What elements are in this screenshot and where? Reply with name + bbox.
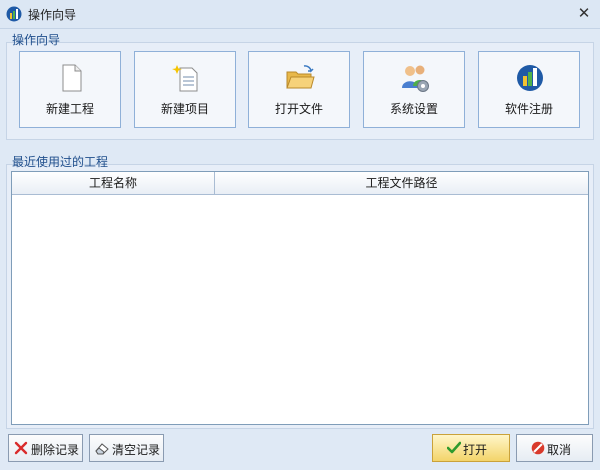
window-title: 操作向导 [28, 8, 77, 22]
tile-label: 新建工程 [45, 102, 94, 116]
open-folder-icon [286, 65, 315, 89]
title-bar: 操作向导 ✕ [0, 0, 600, 29]
button-label: 删除记录 [31, 443, 80, 457]
delete-record-button[interactable]: 删除记录 [8, 434, 83, 462]
open-file-tile[interactable]: 打开文件 [248, 51, 350, 128]
new-item-tile[interactable]: 新建项目 [134, 51, 236, 128]
cancel-icon [531, 441, 545, 455]
software-register-tile[interactable]: 软件注册 [478, 51, 580, 128]
app-logo-icon [6, 6, 22, 22]
cancel-button[interactable]: 取消 [516, 434, 593, 462]
eraser-icon [95, 443, 109, 455]
users-settings-icon [402, 65, 429, 92]
delete-x-icon [14, 441, 28, 455]
tile-label: 软件注册 [504, 102, 553, 116]
column-header-name[interactable]: 工程名称 [12, 172, 215, 194]
close-button[interactable]: ✕ [574, 3, 594, 23]
table-header: 工程名称 工程文件路径 [12, 172, 588, 195]
wizard-group-title: 操作向导 [12, 33, 61, 47]
open-button[interactable]: 打开 [432, 434, 510, 462]
tile-label: 系统设置 [389, 102, 438, 116]
new-project-tile[interactable]: 新建工程 [19, 51, 121, 128]
app-logo-icon [517, 65, 543, 91]
recent-projects-table[interactable]: 工程名称 工程文件路径 [11, 171, 589, 425]
button-label: 取消 [547, 443, 572, 457]
tile-label: 新建项目 [160, 102, 209, 116]
button-label: 打开 [463, 443, 488, 457]
new-document-icon [62, 64, 82, 92]
column-header-path[interactable]: 工程文件路径 [215, 172, 588, 194]
clear-records-button[interactable]: 清空记录 [89, 434, 164, 462]
system-settings-tile[interactable]: 系统设置 [363, 51, 465, 128]
checkmark-icon [447, 441, 461, 454]
recent-group-title: 最近使用过的工程 [12, 155, 109, 169]
new-project-icon [172, 65, 198, 92]
button-label: 清空记录 [112, 443, 161, 457]
tile-label: 打开文件 [274, 102, 323, 116]
